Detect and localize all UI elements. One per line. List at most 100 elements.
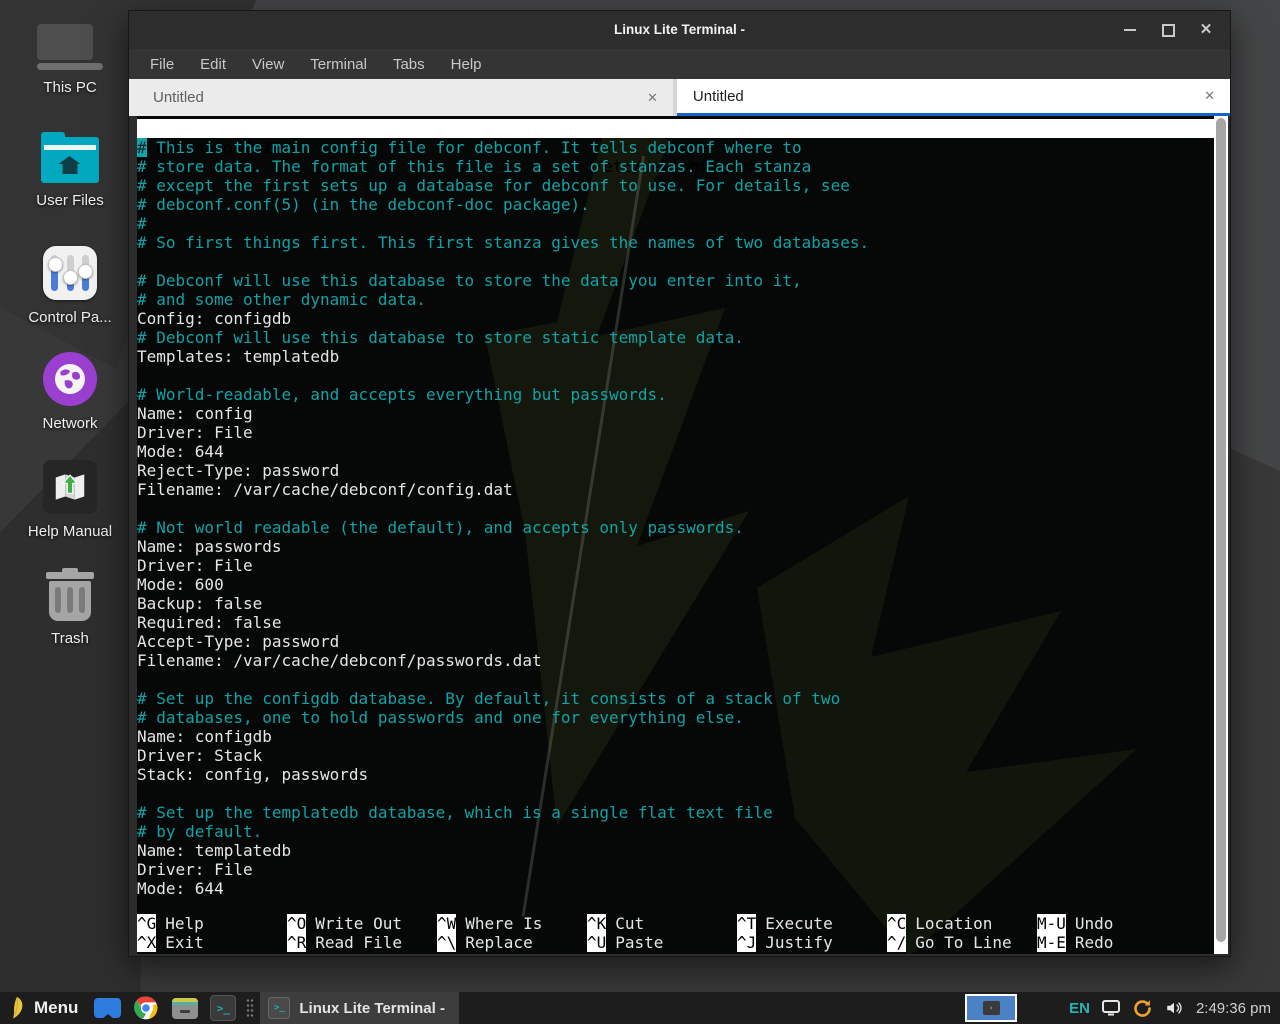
shortcut-label: Exit — [165, 933, 204, 952]
control-panel-icon — [43, 246, 97, 300]
desktop-icon-control-panel[interactable]: Control Pa... — [14, 246, 126, 326]
shortcut-label: Where Is — [465, 914, 542, 933]
terminal-scrollbar[interactable] — [1214, 116, 1228, 954]
shortcut-key: M-E — [1037, 933, 1066, 952]
desktop-icon-this-pc[interactable]: This PC — [14, 24, 126, 96]
desktop-icon-label: Help Manual — [28, 523, 112, 540]
shortcut-key: ^X — [137, 933, 156, 952]
terminal-line: Accept-Type: password — [137, 632, 1214, 651]
terminal-line — [137, 366, 1214, 385]
files-launcher-icon[interactable] — [94, 998, 121, 1018]
terminal-line: Reject-Type: password — [137, 461, 1214, 480]
taskbar-separator-handle — [246, 998, 254, 1018]
terminal-line: # except the first sets up a database fo… — [137, 176, 1214, 195]
nano-lines: # This is the main config file for debco… — [137, 138, 1214, 898]
workspace-switcher[interactable]: › — [965, 994, 1017, 1022]
menu-tabs[interactable]: Tabs — [380, 56, 438, 73]
terminal-icon: >_ — [268, 997, 290, 1019]
shortcut-key: ^C — [887, 914, 906, 933]
desktop-icon-help-manual[interactable]: Help Manual — [14, 460, 126, 540]
nano-shortcut: ^W Where Is — [437, 914, 587, 933]
nano-shortcut: ^/ Go To Line — [887, 933, 1037, 952]
shortcut-label: Cut — [615, 914, 644, 933]
shortcut-key: ^R — [287, 933, 306, 952]
menubar: File Edit View Terminal Tabs Help — [129, 49, 1230, 79]
clock[interactable]: 2:49:36 pm — [1196, 1000, 1271, 1017]
shortcut-label: Justify — [765, 933, 832, 952]
desktop-icon-label: This PC — [43, 79, 96, 96]
tab-untitled-2[interactable]: Untitled ✕ — [677, 79, 1230, 116]
terminal-line: # by default. — [137, 822, 1214, 841]
shortcut-key: ^\ — [437, 933, 456, 952]
task-button-terminal[interactable]: >_ Linux Lite Terminal - — [260, 992, 459, 1024]
shortcut-label: Location — [915, 914, 992, 933]
terminal-line: Name: passwords — [137, 537, 1214, 556]
terminal-launcher-icon[interactable]: >_ — [210, 995, 236, 1021]
archive-launcher-icon[interactable] — [172, 998, 198, 1019]
scrollbar-thumb[interactable] — [1216, 118, 1226, 942]
window-title: Linux Lite Terminal - — [129, 11, 1230, 49]
nano-shortcut: ^X Exit — [137, 933, 287, 952]
terminal-line: Mode: 644 — [137, 442, 1214, 461]
shortcut-key: ^K — [587, 914, 606, 933]
desktop-icon-trash[interactable]: Trash — [14, 572, 126, 647]
shortcut-label: Paste — [615, 933, 663, 952]
terminal-line: Templates: templatedb — [137, 347, 1214, 366]
nano-shortcut: M-E Redo — [1037, 933, 1187, 952]
terminal-line: Name: configdb — [137, 727, 1214, 746]
display-tray-icon[interactable] — [1101, 999, 1121, 1017]
tab-bar: Untitled ✕ Untitled ✕ — [129, 79, 1230, 116]
linux-lite-logo-icon[interactable] — [8, 996, 26, 1020]
menu-terminal[interactable]: Terminal — [297, 56, 380, 73]
nano-shortcut: ^R Read File — [287, 933, 437, 952]
terminal-screen[interactable]: GNU nano 7.2 /etc/debconf.conf # This is… — [137, 116, 1228, 954]
shortcut-key: ^W — [437, 914, 456, 933]
desktop-icon-label: Network — [42, 415, 97, 432]
terminal-line: Driver: File — [137, 860, 1214, 879]
terminal-line: Stack: config, passwords — [137, 765, 1214, 784]
shortcut-label: Go To Line — [915, 933, 1011, 952]
tab-untitled-1[interactable]: Untitled ✕ — [129, 79, 673, 116]
volume-tray-icon[interactable] — [1164, 999, 1184, 1017]
folder-home-icon — [41, 137, 99, 183]
desktop-icon-network[interactable]: Network — [14, 352, 126, 432]
task-button-label: Linux Lite Terminal - — [299, 1000, 445, 1017]
menu-view[interactable]: View — [239, 56, 297, 73]
terminal-line: Filename: /var/cache/debconf/passwords.d… — [137, 651, 1214, 670]
menu-help[interactable]: Help — [438, 56, 495, 73]
chrome-launcher-icon[interactable] — [133, 995, 159, 1021]
terminal-line: # So first things first. This first stan… — [137, 233, 1214, 252]
close-button[interactable]: ✕ — [1198, 22, 1214, 38]
nano-shortcut: ^OWrite Out — [287, 914, 437, 933]
terminal-line: # This is the main config file for debco… — [137, 138, 1214, 157]
terminal-line: Filename: /var/cache/debconf/config.dat — [137, 480, 1214, 499]
shortcut-key: ^/ — [887, 933, 906, 952]
keyboard-layout-indicator[interactable]: EN — [1069, 1000, 1090, 1017]
terminal-line: Driver: File — [137, 423, 1214, 442]
terminal-line: # debconf.conf(5) (in the debconf-doc pa… — [137, 195, 1214, 214]
maximize-button[interactable] — [1160, 22, 1176, 38]
terminal-line: Name: config — [137, 404, 1214, 423]
desktop-icon-label: Trash — [51, 630, 89, 647]
nano-titlebar: GNU nano 7.2 /etc/debconf.conf — [137, 119, 1214, 138]
minimize-button[interactable] — [1122, 22, 1138, 38]
nano-shortcut: M-UUndo — [1037, 914, 1187, 933]
nano-shortcut: ^GHelp — [137, 914, 287, 933]
tab-close-icon[interactable]: ✕ — [1204, 88, 1215, 104]
menu-file[interactable]: File — [137, 56, 187, 73]
nano-shortcut: ^U Paste — [587, 933, 737, 952]
shortcut-label: Undo — [1075, 914, 1114, 933]
menu-button[interactable]: Menu — [34, 998, 78, 1018]
shortcut-label: Redo — [1075, 933, 1114, 952]
terminal-line: # Not world readable (the default), and … — [137, 518, 1214, 537]
shortcut-key: ^U — [587, 933, 606, 952]
terminal-line — [137, 252, 1214, 271]
nano-shortcut: ^K Cut — [587, 914, 737, 933]
desktop-icon-user-files[interactable]: User Files — [14, 137, 126, 209]
tab-close-icon[interactable]: ✕ — [647, 90, 658, 106]
updates-tray-icon[interactable] — [1132, 998, 1153, 1019]
terminal-line: Required: false — [137, 613, 1214, 632]
window-titlebar[interactable]: Linux Lite Terminal - ✕ — [129, 11, 1230, 49]
shortcut-label: Read File — [315, 933, 402, 952]
menu-edit[interactable]: Edit — [187, 56, 239, 73]
